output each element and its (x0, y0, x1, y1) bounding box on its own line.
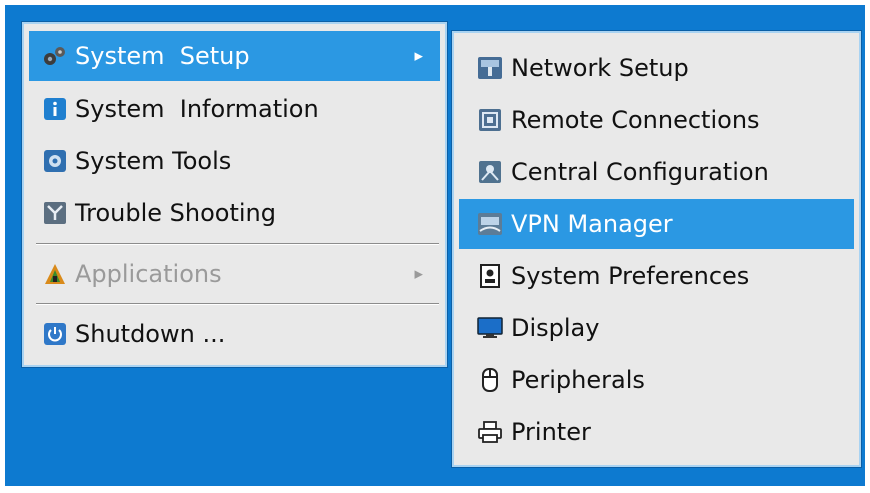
menu-separator (36, 303, 439, 305)
info-icon (42, 96, 68, 122)
menu-item-shutdown[interactable]: Shutdown ... (29, 309, 440, 359)
submenu-item-display[interactable]: Display (459, 303, 854, 353)
submenu-item-label: Network Setup (511, 54, 689, 82)
power-icon (42, 321, 68, 347)
submenu-arrow-icon: ▶ (414, 49, 423, 63)
submenu-item-label: Peripherals (511, 366, 645, 394)
submenu-item-remote-connections[interactable]: Remote Connections (459, 95, 854, 145)
menu-item-label: System Tools (75, 147, 232, 175)
desktop: System Setup ▶ System Information System… (0, 0, 870, 493)
menu-item-system-setup[interactable]: System Setup ▶ (29, 31, 440, 81)
submenu-item-network-setup[interactable]: Network Setup (459, 43, 854, 93)
menu-item-label: System Information (75, 95, 319, 123)
menu-separator (36, 243, 439, 245)
system-setup-submenu: Network Setup Remote Connections Central… (452, 31, 861, 467)
menu-item-trouble-shooting[interactable]: Trouble Shooting (29, 188, 440, 238)
submenu-item-system-preferences[interactable]: System Preferences (459, 251, 854, 301)
menu-item-label: Shutdown ... (75, 320, 226, 348)
monitor-icon (477, 315, 503, 341)
printer-icon (477, 419, 503, 445)
mouse-icon (477, 367, 503, 393)
submenu-arrow-icon: ▶ (414, 267, 423, 281)
preferences-icon (477, 263, 503, 289)
submenu-item-vpn-manager[interactable]: VPN Manager (459, 199, 854, 249)
submenu-item-label: Display (511, 314, 600, 342)
submenu-item-label: VPN Manager (511, 210, 673, 238)
submenu-item-central-configuration[interactable]: Central Configuration (459, 147, 854, 197)
submenu-item-printer[interactable]: Printer (459, 407, 854, 457)
menu-item-system-information[interactable]: System Information (29, 84, 440, 134)
tools-icon (42, 148, 68, 174)
troubleshoot-icon (42, 200, 68, 226)
submenu-item-label: Central Configuration (511, 158, 769, 186)
gears-icon (42, 43, 68, 69)
central-config-icon (477, 159, 503, 185)
submenu-item-label: Printer (511, 418, 591, 446)
menu-item-label: System Setup (75, 42, 250, 70)
menu-item-label: Trouble Shooting (75, 199, 276, 227)
submenu-item-label: Remote Connections (511, 106, 760, 134)
menu-item-label: Applications (75, 260, 222, 288)
main-menu: System Setup ▶ System Information System… (22, 22, 447, 367)
remote-connections-icon (477, 107, 503, 133)
submenu-item-label: System Preferences (511, 262, 750, 290)
applications-icon (42, 261, 68, 287)
vpn-icon (477, 211, 503, 237)
menu-item-system-tools[interactable]: System Tools (29, 136, 440, 186)
submenu-item-peripherals[interactable]: Peripherals (459, 355, 854, 405)
network-icon (477, 55, 503, 81)
menu-item-applications[interactable]: Applications ▶ (29, 249, 440, 299)
